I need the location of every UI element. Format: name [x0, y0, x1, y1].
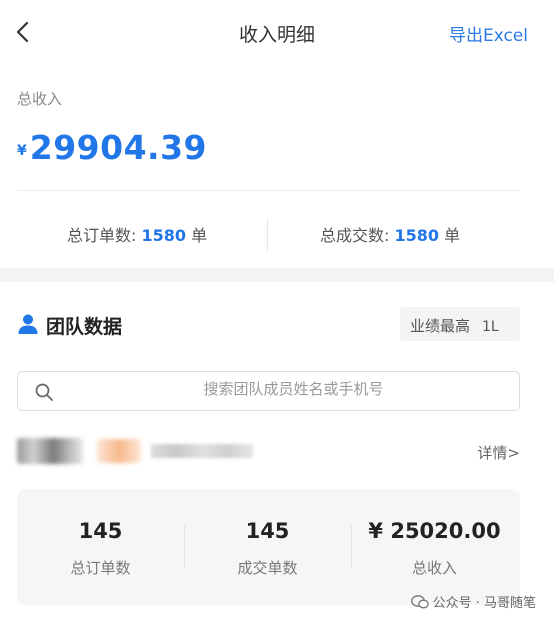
sort-label: 业绩最高 [410, 317, 471, 335]
summary-stats: 总订单数: 1580 单 总成交数: 1580 单 [0, 218, 554, 252]
member-detail-link[interactable]: 详情> [477, 442, 520, 463]
total-orders-label: 总订单数: [67, 226, 142, 245]
team-data-title: 团队数据 [46, 316, 123, 338]
currency-symbol: ¥ [17, 143, 27, 159]
total-deals-stat: 总成交数: 1580 单 [320, 222, 460, 246]
section-separator [0, 268, 554, 282]
sort-icon: 1L [482, 319, 499, 335]
wechat-watermark: 公众号 · 马哥随笔 [410, 592, 536, 611]
search-icon [35, 383, 53, 401]
member-orders-label: 总订单数 [70, 559, 131, 577]
member-search-box[interactable] [17, 371, 520, 411]
member-deals-label: 成交单数 [237, 559, 298, 577]
sort-by-performance-button[interactable]: 业绩最高 1L [400, 307, 520, 341]
member-stats-card: 145 总订单数 145 成交单数 ¥ 25020.00 总收入 [17, 489, 520, 605]
divider [17, 190, 520, 191]
total-orders-unit: 单 [191, 226, 208, 245]
member-orders-value: 145 [78, 519, 123, 543]
member-deals-value: 145 [245, 519, 290, 543]
member-name-redacted [17, 438, 83, 464]
member-income-value: ¥ 25020.00 [368, 519, 501, 543]
watermark-text: 公众号 · 马哥随笔 [432, 596, 536, 611]
user-icon [18, 314, 38, 334]
total-orders-value: 1580 [141, 226, 187, 245]
total-orders-stat: 总订单数: 1580 单 [67, 222, 207, 246]
member-deals-stat: 145 成交单数 [184, 519, 351, 578]
total-deals-unit: 单 [444, 226, 461, 245]
member-level-badge-redacted [97, 439, 141, 463]
member-search-input[interactable] [78, 380, 509, 398]
total-deals-label: 总成交数: [320, 226, 395, 245]
member-phone-redacted [151, 444, 253, 458]
member-income-label: 总收入 [411, 559, 457, 577]
export-excel-link[interactable]: 导出Excel [449, 21, 528, 46]
total-income-label: 总收入 [17, 90, 63, 108]
total-income-value: ¥29904.39 [17, 128, 207, 167]
top-bar: 收入明细 导出Excel [0, 0, 554, 64]
total-deals-value: 1580 [394, 226, 440, 245]
member-orders-stat: 145 总订单数 [17, 519, 184, 578]
wechat-icon [410, 595, 429, 609]
total-income-number: 29904.39 [29, 128, 208, 167]
team-member-row: 详情> [17, 434, 520, 470]
stat-divider [267, 218, 268, 252]
member-income-stat: ¥ 25020.00 总收入 [351, 519, 518, 578]
